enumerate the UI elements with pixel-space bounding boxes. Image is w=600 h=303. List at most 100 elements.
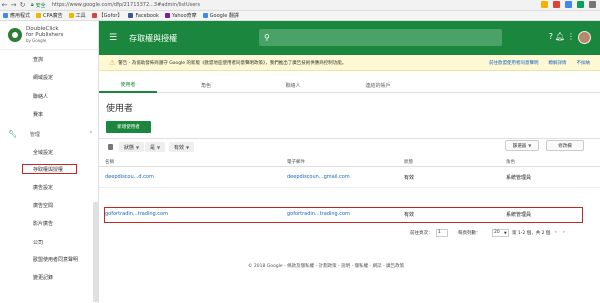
tab-users[interactable]: 使用者	[99, 77, 157, 93]
column-header-role[interactable]: 角色	[506, 159, 515, 165]
tab-roles[interactable]: 角色	[177, 77, 235, 93]
forward-icon[interactable]: →	[9, 1, 18, 10]
facebook-icon	[128, 13, 134, 18]
avatar[interactable]	[578, 31, 591, 44]
bookmark-gofor[interactable]: 【Gofor】	[91, 12, 122, 19]
sidebar-item-contacts[interactable]: 聯絡人	[0, 91, 99, 101]
page-title: 存取權與授權	[129, 33, 178, 43]
sidebar-item-query[interactable]: 查詢	[0, 54, 99, 64]
tab-bar: 使用者 角色 聯絡人 連結的帳戶	[99, 77, 600, 93]
tab-contacts[interactable]: 聯絡人	[264, 77, 322, 93]
help-icon[interactable]: ?	[549, 32, 553, 41]
goto-page-label: 前往頁次：	[410, 231, 433, 236]
sidebar-item-rates[interactable]: 費率	[0, 109, 99, 119]
wrench-icon: 🔧︎	[8, 130, 17, 138]
translate-icon	[202, 13, 208, 18]
filter-row: 狀態 ▼ 是 ▼ 有效 ▼ 篩選器 ▼ 修改欄	[99, 138, 600, 154]
pagination: 前往頁次： 1 每頁列數： 20 ▼ 第 1-2 個，共 2 個 ‹ ›	[99, 228, 600, 240]
apps-icon	[3, 13, 8, 18]
bookmark-translate[interactable]: Google 翻譯	[202, 12, 239, 19]
cell-status: 有效	[404, 175, 415, 181]
url-field[interactable]: https://www.google.com/dfp/21713372...3#…	[52, 2, 200, 8]
filter-chip-active[interactable]: 有效 ▼	[169, 142, 195, 152]
folder-icon	[68, 13, 74, 18]
bookmark-facebook[interactable]: Facebook	[128, 13, 159, 19]
yahoo-icon	[164, 13, 170, 18]
row-highlight-box	[104, 207, 583, 223]
dropdown-caret-icon: ▼	[528, 143, 532, 148]
column-header-status[interactable]: 狀態	[404, 159, 413, 165]
lock-icon: 🔒︎	[31, 2, 34, 8]
logo-line3: by Google	[26, 38, 47, 43]
goto-page-input[interactable]: 1	[438, 230, 441, 235]
hamburger-menu-icon[interactable]: ☰	[109, 33, 117, 43]
dropdown-caret-icon: ▼	[157, 144, 161, 150]
sidebar-item-companies[interactable]: 公司	[0, 237, 99, 247]
browser-address-bar: ← → ↻ 🔒︎ 安全 https://www.google.com/dfp/2…	[0, 0, 600, 11]
cell-name[interactable]: deepdiscou...d.com	[105, 174, 154, 180]
dropdown-caret-icon: ▼	[186, 144, 190, 150]
sidebar: DoubleClick for Publishers by Google 查詢 …	[0, 21, 99, 303]
warning-banner: ⚠ 警告 - 為協助發佈商遵守 Google 的新版《歐盟地區使用者同意聲明政策…	[99, 55, 600, 71]
extension-icon[interactable]	[565, 1, 572, 8]
chevron-up-icon: ⌃	[88, 131, 93, 137]
sidebar-item-eu-consent[interactable]: 歐盟使用者同意聲明	[0, 254, 99, 264]
cell-role: 系統管理員	[506, 175, 532, 181]
sidebar-scrollbar[interactable]	[93, 202, 98, 302]
sidebar-item-ad-settings[interactable]: 廣告設定	[0, 182, 99, 192]
star-icon[interactable]	[541, 1, 548, 8]
page-icon	[91, 13, 97, 18]
warning-icon: ⚠	[109, 58, 116, 67]
sidebar-item-access[interactable]: 存取權與授權	[22, 164, 77, 174]
dfp-logo-icon	[8, 28, 22, 42]
table-row[interactable]: deepdiscou...d.com deepdiscoun...gmail.c…	[99, 167, 600, 188]
new-user-button[interactable]: 新增使用者	[106, 121, 151, 133]
learn-more-link[interactable]: 瞭解詳情	[549, 60, 567, 66]
logo[interactable]: DoubleClick for Publishers by Google	[0, 21, 98, 50]
folder-icon	[36, 13, 42, 18]
cell-email[interactable]: deepdiscoun...gmail.com	[287, 174, 350, 180]
banner-text: 警告 - 為協助發佈商遵守 Google 的新版《歐盟地區使用者同意聲明政策》，…	[118, 60, 347, 66]
bookmarks-bar: 應用程式 CPA廣告 工具 【Gofor】 Facebook Yahoo奇摩 G…	[0, 11, 600, 21]
bookmark-yahoo[interactable]: Yahoo奇摩	[164, 12, 197, 19]
secure-label: 安全	[35, 2, 46, 9]
top-app-bar: ☰ 存取權與授權 ⚲ ? 🔔︎ ⋮	[99, 21, 600, 55]
extension-icon[interactable]	[553, 1, 560, 8]
reload-icon[interactable]: ↻	[18, 1, 27, 10]
extension-icon[interactable]	[577, 1, 584, 8]
filter-chip-is[interactable]: 是 ▼	[145, 142, 166, 152]
bookmark-apps[interactable]: 應用程式	[3, 12, 30, 19]
more-vert-icon[interactable]: ⋮	[567, 32, 575, 41]
sidebar-item-ad-space[interactable]: 廣告空間	[0, 200, 99, 210]
filter-toggle-icon[interactable]	[108, 144, 113, 150]
section-title: 使用者	[106, 104, 134, 114]
sidebar-admin-section[interactable]: 🔧︎ 管理 ⌃	[0, 129, 99, 139]
menu-icon[interactable]	[589, 1, 596, 8]
sidebar-item-domain-settings[interactable]: 網域設定	[0, 72, 99, 82]
prev-page-icon[interactable]: ‹	[555, 230, 557, 235]
sidebar-item-video-ads[interactable]: 影片廣告	[0, 218, 99, 228]
column-header-name[interactable]: 名稱	[105, 159, 114, 165]
table-header: 名稱 電子郵件 狀態 角色	[99, 157, 600, 167]
footer: © 2018 Google - 條款及隱私權 - 計劃政策 - 說明 - 隱私權…	[248, 264, 405, 269]
rows-per-page-select[interactable]: 20	[494, 230, 500, 235]
back-icon[interactable]: ←	[0, 1, 9, 10]
search-input[interactable]: ⚲	[259, 29, 502, 46]
bookmark-cpa[interactable]: CPA廣告	[36, 12, 63, 19]
bookmark-tools[interactable]: 工具	[68, 12, 86, 19]
select-filter-button[interactable]: 篩選器 ▼	[505, 140, 539, 151]
filter-chip-status[interactable]: 狀態 ▼	[119, 142, 145, 152]
sidebar-item-change-log[interactable]: 變更記錄	[0, 272, 99, 282]
edit-columns-button[interactable]: 修改欄	[546, 140, 584, 151]
next-page-icon[interactable]: ›	[563, 230, 565, 235]
eu-consent-link[interactable]: 前往歐盟使用者同意聲明	[489, 60, 539, 66]
column-header-email[interactable]: 電子郵件	[287, 159, 305, 165]
rows-per-page-label: 每頁列數：	[458, 231, 481, 236]
tab-linked-accounts[interactable]: 連結的帳戶	[349, 77, 407, 93]
sidebar-item-global-settings[interactable]: 全域設定	[0, 147, 99, 157]
notifications-icon[interactable]: 🔔︎	[555, 32, 565, 41]
dropdown-caret-icon: ▼	[136, 144, 140, 150]
search-icon: ⚲	[264, 33, 270, 42]
dismiss-link[interactable]: 不採納	[577, 60, 591, 66]
range-text: 第 1-2 個，共 2 個	[512, 231, 551, 236]
